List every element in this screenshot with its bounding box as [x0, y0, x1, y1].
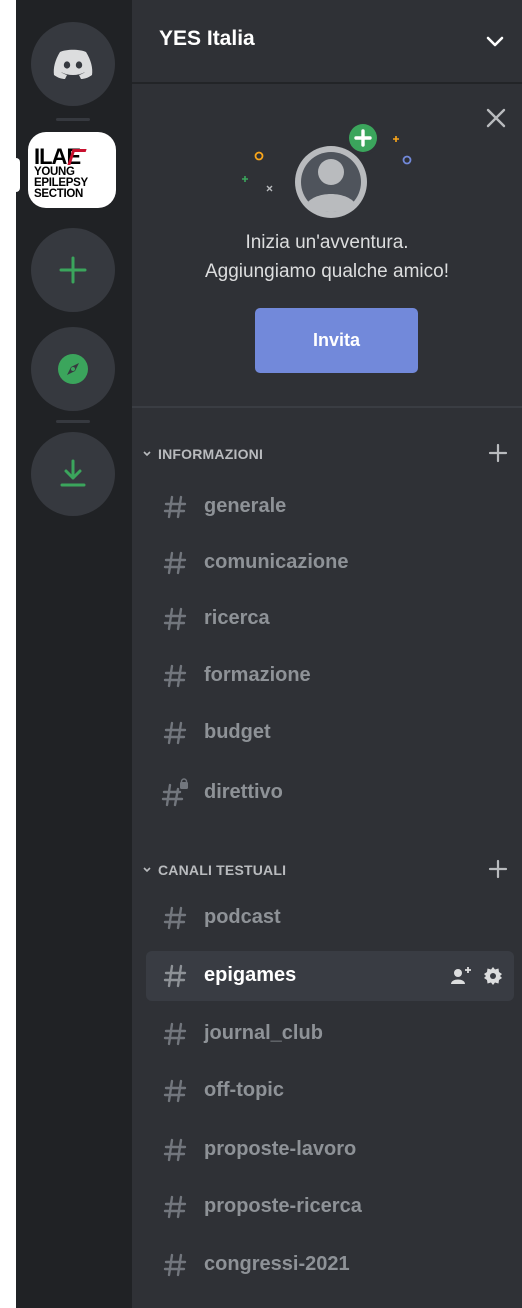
invite-button[interactable]: Invita: [255, 308, 418, 373]
hash-icon: [163, 551, 187, 575]
logo-line-epilepsy: EPILEPSY: [34, 176, 88, 189]
channel-name: epigames: [204, 964, 297, 986]
channel-direttivo[interactable]: direttivo: [146, 768, 514, 818]
ilae-logo-text: ILAE: [34, 145, 87, 167]
channel-comunicazione[interactable]: comunicazione: [146, 538, 514, 588]
channel-journal-club[interactable]: journal_club: [146, 1009, 514, 1059]
channel-name: journal_club: [204, 1022, 323, 1044]
server-yes-italia[interactable]: ILAE YOUNG EPILEPSY SECTION: [28, 132, 116, 208]
channel-proposte-lavoro[interactable]: proposte-lavoro: [146, 1125, 514, 1175]
chevron-down-icon[interactable]: [482, 28, 508, 54]
add-server-button[interactable]: [31, 228, 115, 312]
hash-icon: [163, 1138, 187, 1162]
hash-icon: [163, 721, 187, 745]
hash-icon: [163, 964, 187, 988]
add-channel-icon[interactable]: [486, 857, 510, 881]
category-informazioni[interactable]: INFORMAZIONI: [132, 440, 522, 470]
gear-icon[interactable]: [482, 965, 504, 987]
channel-name: direttivo: [204, 781, 283, 803]
hash-icon: [163, 495, 187, 519]
channel-tools: [450, 965, 504, 987]
locked-hash-icon: [161, 778, 188, 807]
channel-name: congressi-2021: [204, 1253, 350, 1275]
logo-line-section: SECTION: [34, 187, 84, 200]
compass-icon: [58, 354, 88, 384]
selected-server-pill: [14, 158, 20, 192]
chevron-down-icon: [143, 867, 151, 873]
hash-icon: [163, 607, 187, 631]
channel-epigames[interactable]: epigames: [146, 951, 514, 1001]
invite-line-1: Inizia un'avventura.: [245, 232, 409, 253]
download-apps-button[interactable]: [31, 432, 115, 516]
channel-name: proposte-ricerca: [204, 1195, 362, 1217]
channel-name: formazione: [204, 664, 311, 686]
invite-line-2: Aggiungiamo qualche amico!: [205, 261, 449, 282]
download-icon: [60, 459, 86, 487]
channel-name: proposte-lavoro: [204, 1138, 357, 1160]
server-header[interactable]: YES Italia: [132, 0, 522, 84]
hash-icon: [163, 1022, 187, 1046]
channel-formazione[interactable]: formazione: [146, 651, 514, 701]
hash-icon: [163, 906, 187, 930]
hash-icon: [163, 664, 187, 688]
category-label: INFORMAZIONI: [158, 446, 264, 462]
explore-servers-button[interactable]: [31, 327, 115, 411]
channel-name: budget: [204, 721, 271, 743]
server-rail: ILAE YOUNG EPILEPSY SECTION: [14, 0, 132, 1308]
category-label: CANALI TESTUALI: [158, 862, 287, 878]
channel-budget[interactable]: budget: [146, 708, 514, 758]
rail-separator: [56, 118, 90, 121]
category-canali-testuali[interactable]: CANALI TESTUALI: [132, 856, 522, 886]
close-icon[interactable]: [484, 106, 508, 130]
invite-member-icon[interactable]: [450, 965, 472, 987]
channel-podcast[interactable]: podcast: [146, 893, 514, 943]
discord-home-button[interactable]: [31, 22, 115, 106]
add-friend-illustration: [242, 121, 412, 218]
channel-sidebar: YES Italia Inizia un'avventura. Aggiungi…: [132, 0, 522, 1308]
discord-home-icon: [53, 49, 93, 79]
channel-off-topic[interactable]: off-topic: [146, 1066, 514, 1116]
channel-ricerca[interactable]: ricerca: [146, 594, 514, 644]
chevron-down-icon: [143, 451, 151, 457]
channel-congressi-2021[interactable]: congressi-2021: [146, 1240, 514, 1290]
channel-name: podcast: [204, 906, 281, 928]
invite-message: Inizia un'avventura. Aggiungiamo qualche…: [132, 228, 522, 286]
channel-name: off-topic: [204, 1079, 284, 1101]
invite-panel: Inizia un'avventura. Aggiungiamo qualche…: [132, 84, 522, 408]
add-channel-icon[interactable]: [486, 441, 510, 465]
server-name: YES Italia: [159, 27, 255, 50]
hash-icon: [163, 1195, 187, 1219]
plus-icon: [59, 256, 87, 284]
channel-proposte-ricerca[interactable]: proposte-ricerca: [146, 1182, 514, 1232]
rail-separator: [56, 420, 90, 423]
hash-icon: [163, 1253, 187, 1277]
channel-name: ricerca: [204, 607, 270, 629]
channel-name: comunicazione: [204, 551, 349, 573]
channel-generale[interactable]: generale: [146, 482, 514, 532]
channel-name: generale: [204, 495, 287, 517]
hash-icon: [163, 1079, 187, 1103]
